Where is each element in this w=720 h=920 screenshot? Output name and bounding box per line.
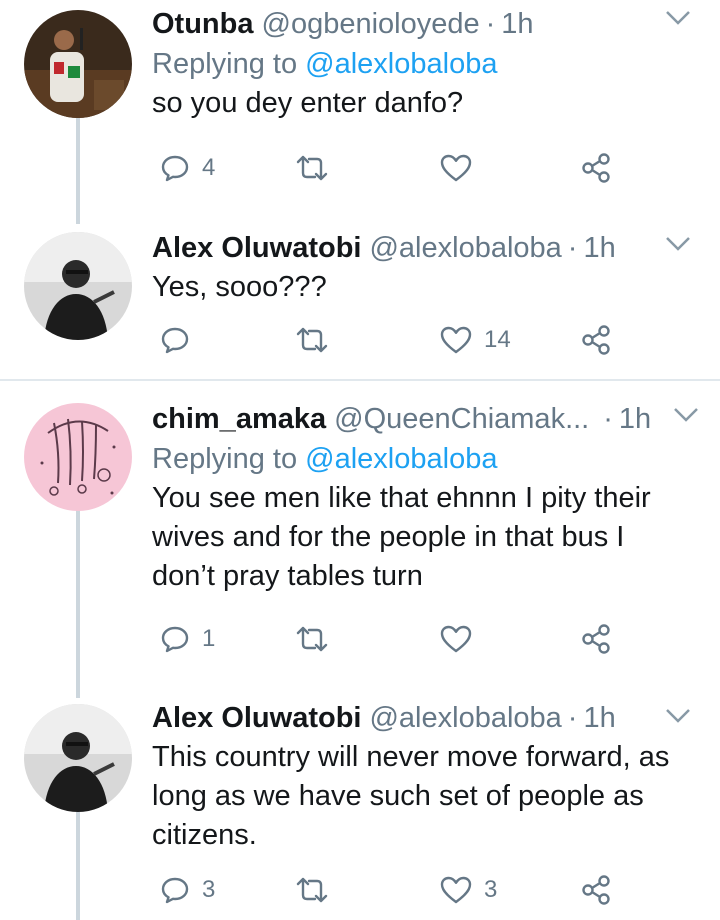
tweet-text-line: Yes, sooo??? — [152, 271, 327, 303]
author-name[interactable]: Alex Oluwatobi — [152, 228, 361, 268]
like-count: 3 — [484, 876, 498, 903]
share-button[interactable] — [580, 320, 612, 360]
separator-dot: · — [485, 8, 496, 40]
mention-link[interactable]: @alexlobaloba — [305, 48, 497, 80]
chevron-down-icon[interactable] — [664, 234, 692, 254]
tweet-text: This country will never move forward, as… — [152, 738, 696, 855]
tweet-text-line: long as we have such set of people as — [152, 780, 644, 812]
reply-button[interactable]: 3 — [160, 870, 215, 910]
tweet-text: Yes, sooo??? — [152, 268, 696, 307]
share-button[interactable] — [580, 148, 612, 188]
author-handle[interactable]: @ogbenioloyede — [262, 4, 480, 44]
avatar[interactable] — [24, 10, 132, 118]
like-button[interactable] — [440, 148, 484, 188]
share-button[interactable] — [580, 870, 612, 910]
author-name[interactable]: Alex Oluwatobi — [152, 698, 361, 738]
replying-to: Replying to @alexlobaloba — [152, 439, 696, 479]
retweet-button[interactable] — [294, 320, 342, 360]
tweet-header: Alex Oluwatobi @alexlobaloba · 1h — [152, 698, 696, 738]
reply-count: 4 — [202, 154, 216, 181]
tweet-text: so you dey enter danfo? — [152, 84, 696, 123]
reply-button[interactable]: 4 — [160, 148, 215, 188]
author-handle[interactable]: @QueenChiamak... — [334, 399, 589, 439]
heart-icon — [440, 326, 472, 354]
reply-count: 1 — [202, 625, 216, 652]
tweet[interactable]: Alex Oluwatobi @alexlobaloba · 1h This c… — [0, 698, 720, 920]
retweet-button[interactable] — [294, 870, 342, 910]
chevron-down-icon[interactable] — [664, 706, 692, 726]
timestamp[interactable]: 1h — [501, 4, 533, 44]
avatar[interactable] — [24, 232, 132, 340]
reply-icon — [161, 155, 189, 182]
tweet-text-line: wives and for the people in that bus I — [152, 521, 625, 553]
like-count: 14 — [484, 326, 511, 353]
reply-icon — [161, 877, 189, 904]
avatar[interactable] — [24, 704, 132, 812]
retweet-button[interactable] — [294, 619, 342, 659]
avatar[interactable] — [24, 403, 132, 511]
replying-to: Replying to @alexlobaloba — [152, 44, 696, 84]
like-button[interactable] — [440, 619, 484, 659]
tweet-text: You see men like that ehnnn I pity their… — [152, 479, 696, 596]
retweet-icon — [296, 626, 328, 652]
author-handle[interactable]: @alexlobaloba — [369, 698, 561, 738]
replying-to-label: Replying to — [152, 48, 306, 80]
like-button[interactable]: 3 — [440, 870, 497, 910]
timestamp[interactable]: 1h — [583, 698, 615, 738]
chevron-down-icon[interactable] — [664, 8, 692, 28]
reply-icon — [161, 626, 189, 653]
separator-dot: · — [567, 702, 578, 734]
retweet-icon — [296, 327, 328, 353]
mention-link[interactable]: @alexlobaloba — [305, 443, 497, 475]
timestamp[interactable]: 1h — [583, 228, 615, 268]
heart-icon — [440, 154, 472, 182]
retweet-button[interactable] — [294, 148, 342, 188]
heart-icon — [440, 625, 472, 653]
reply-count: 3 — [202, 876, 216, 903]
reply-button[interactable] — [160, 320, 202, 360]
tweet-text-line: You see men like that ehnnn I pity their — [152, 482, 651, 514]
tweet-text-line: This country will never move forward, as — [152, 741, 670, 773]
tweet-text-line: citizens. — [152, 819, 257, 851]
share-icon — [582, 875, 610, 905]
replying-to-label: Replying to — [152, 443, 306, 475]
tweet-header: Alex Oluwatobi @alexlobaloba · 1h — [152, 228, 696, 268]
like-button[interactable]: 14 — [440, 320, 511, 360]
tweet-header: Otunba @ogbenioloyede · 1h — [152, 4, 696, 44]
share-button[interactable] — [580, 619, 612, 659]
tweet-text-line: don’t pray tables turn — [152, 560, 423, 592]
chevron-down-icon[interactable] — [672, 405, 700, 425]
reply-button[interactable]: 1 — [160, 619, 215, 659]
tweet[interactable]: Alex Oluwatobi @alexlobaloba · 1h Yes, s… — [0, 224, 720, 380]
author-handle[interactable]: @alexlobaloba — [369, 228, 561, 268]
separator-dot: · — [603, 403, 613, 435]
tweet-header: chim_amaka @QueenChiamak... · 1h — [152, 399, 696, 439]
share-icon — [582, 624, 610, 654]
tweet-text-line: so you dey enter danfo? — [152, 87, 464, 119]
author-name[interactable]: chim_amaka — [152, 399, 326, 439]
share-icon — [582, 153, 610, 183]
share-icon — [582, 325, 610, 355]
heart-icon — [440, 876, 472, 904]
retweet-icon — [296, 877, 328, 903]
retweet-icon — [296, 155, 328, 181]
timestamp[interactable]: 1h — [619, 399, 651, 439]
separator-dot: · — [567, 232, 578, 264]
reply-icon — [161, 327, 189, 354]
tweet[interactable]: Otunba @ogbenioloyede · 1h Replying to @… — [0, 0, 720, 224]
author-name[interactable]: Otunba — [152, 4, 254, 44]
tweet[interactable]: chim_amaka @QueenChiamak... · 1h Replyin… — [0, 381, 720, 698]
